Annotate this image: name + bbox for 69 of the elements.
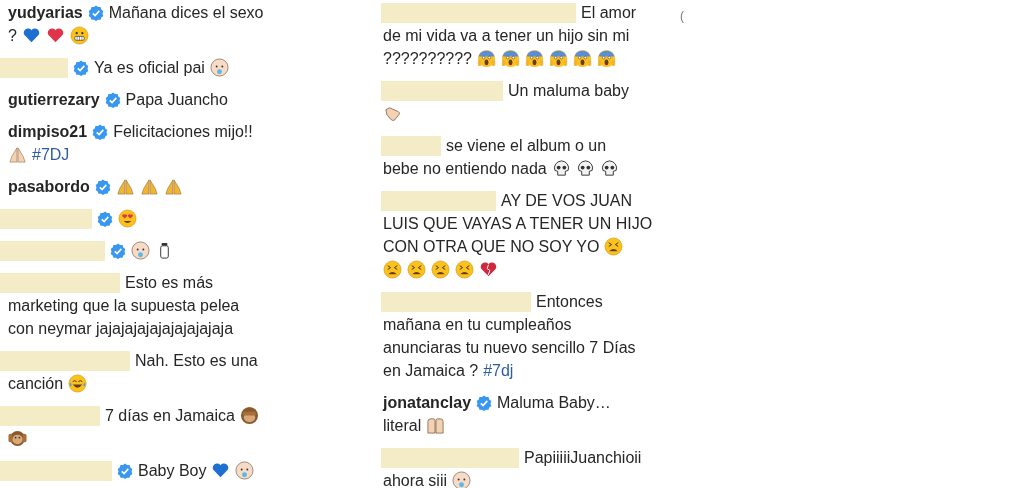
monkey-icon: [239, 406, 259, 425]
praying-hands-icon: [8, 145, 27, 164]
broken-heart-icon: [479, 260, 498, 279]
screaming-face-icon: [549, 49, 568, 68]
comment-text: marketing que la supuesta pelea: [8, 296, 240, 315]
praying-hands-icon: [163, 177, 183, 196]
comment-text: literal: [383, 416, 422, 435]
hashtag-link[interactable]: #7DJ: [32, 145, 70, 164]
comment-text: AY DE VOS JUAN: [501, 191, 632, 210]
grimacing-face-icon: [69, 26, 89, 45]
comment-text: PapiiiiiJuanchioii: [524, 448, 642, 467]
skull-icon: [599, 159, 619, 178]
raised-hands-icon: [426, 416, 446, 435]
comment-text: en Jamaica ?: [383, 361, 479, 380]
comment-text: Baby Boy: [138, 461, 207, 480]
comment-text: Maluma Baby…: [497, 393, 611, 412]
screaming-face-icon: [573, 49, 592, 68]
comment-text: Ya es oficial pai: [94, 58, 205, 77]
comment-text: Esto es más: [125, 273, 214, 292]
username[interactable]: dimpiso21: [8, 122, 88, 141]
comment-text: El amor: [581, 3, 637, 22]
comment-text: bebe no entiendo nada: [383, 159, 547, 178]
comment-text: Nah. Esto es una: [135, 351, 258, 370]
comment-text: canción: [8, 374, 64, 393]
hashtag-link[interactable]: #7dj: [483, 361, 514, 380]
tired-face-icon: [383, 260, 402, 279]
tired-face-icon: [455, 260, 474, 279]
baby-face-icon: [235, 461, 255, 480]
comment-text: Mañana dices el sexo: [108, 3, 264, 22]
heart-icon: [45, 26, 65, 45]
comment-text: con neymar jajajajajajajajajajaja: [8, 319, 234, 338]
comment-text: Entonces: [536, 292, 603, 311]
edge-fragment: (: [679, 8, 684, 23]
baby-face-icon: [209, 58, 229, 77]
username[interactable]: yudyarias: [8, 3, 83, 22]
heart-icon: [21, 26, 41, 45]
praying-hands-icon: [115, 177, 135, 196]
comment-text: LUIS QUE VAYAS A TENER UN HIJO: [383, 214, 653, 233]
screaming-face-icon: [597, 49, 616, 68]
baby-face-icon: [452, 471, 472, 488]
comment-text: 7 días en Jamaica: [105, 406, 235, 425]
laughing-face-icon: [68, 374, 88, 393]
comment-text: CON OTRA QUE NO SOY YO: [383, 237, 600, 256]
heart-eyes-face-icon: [118, 209, 137, 228]
comment-text: ahora siii: [383, 471, 448, 488]
comment-text: se viene el album o un: [446, 136, 607, 155]
screaming-face-icon: [477, 49, 496, 68]
tired-face-icon: [604, 237, 624, 256]
heart-icon: [211, 461, 231, 480]
baby-face-icon: [131, 241, 150, 260]
praying-hands-icon: [139, 177, 159, 196]
comment-text: Un maluma baby: [508, 81, 629, 100]
comment-text: ??????????: [383, 49, 472, 68]
tired-face-icon: [407, 260, 426, 279]
comment-text: mañana en tu cumpleaños: [383, 315, 572, 334]
monkey-icon: [8, 429, 27, 448]
username[interactable]: gutierrezary: [8, 90, 100, 109]
username[interactable]: jonatanclay: [383, 393, 472, 412]
comment-text: ?: [8, 26, 17, 45]
comment-text: Felicitaciones mijo!!: [113, 122, 253, 141]
skull-icon: [575, 159, 595, 178]
screaming-face-icon: [501, 49, 520, 68]
skull-icon: [551, 159, 571, 178]
comment-text: de mi vida va a tener un hijo sin mi: [383, 26, 630, 45]
comment-text: anunciaras tu nuevo sencillo 7 Días: [383, 338, 636, 357]
username[interactable]: pasabordo: [8, 177, 90, 196]
screaming-face-icon: [525, 49, 544, 68]
tired-face-icon: [431, 260, 450, 279]
comment-text: Papa Juancho: [125, 90, 228, 109]
